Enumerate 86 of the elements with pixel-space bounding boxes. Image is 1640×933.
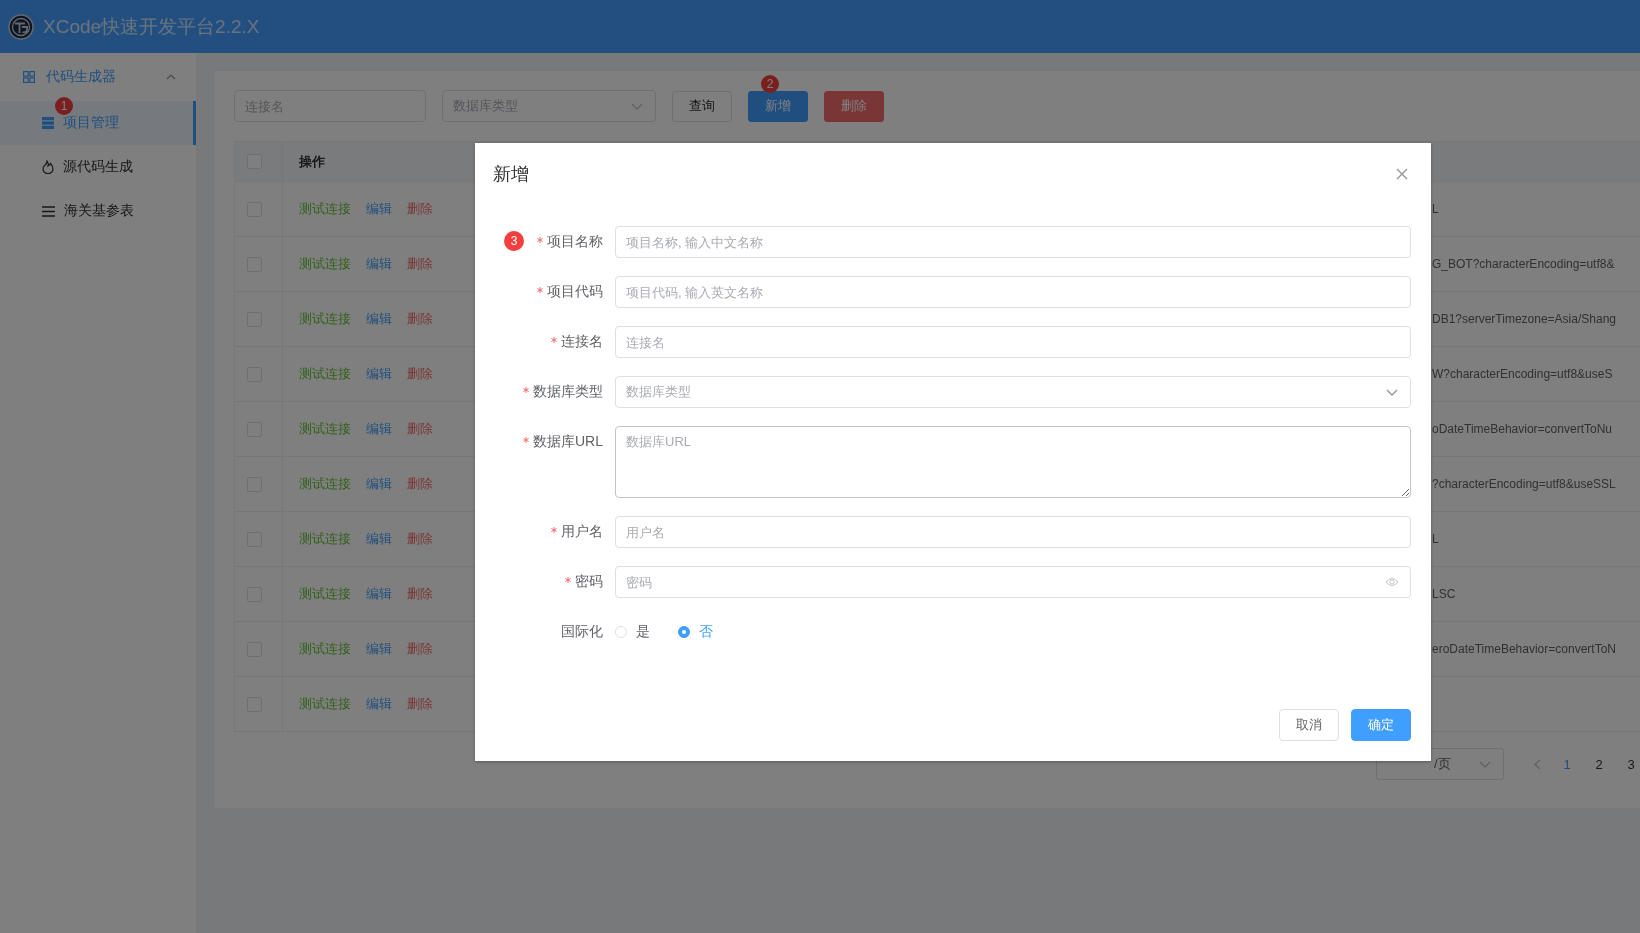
field-label: 数据库URL [533,433,603,451]
grid-icon [23,71,35,83]
url-textarea[interactable]: 数据库URL [615,426,1411,498]
password-field[interactable]: 密码 [615,566,1411,598]
confirm-button[interactable]: 确定 [1351,709,1411,741]
edit-link[interactable]: 编辑 [366,530,392,548]
delete-link[interactable]: 删除 [407,640,433,658]
annotation-badge: 1 [55,97,73,115]
test-connection-link[interactable]: 测试连接 [299,365,351,383]
select-field[interactable]: 数据库类型 [615,376,1411,408]
chevron-down-icon [1386,388,1398,396]
delete-link[interactable]: 删除 [407,585,433,603]
field-label: 项目名称 [547,233,603,251]
table-cell: LSC [1432,587,1456,601]
input-field[interactable]: 项目名称, 输入中文名称 [615,226,1411,258]
delete-link[interactable]: 删除 [407,695,433,713]
edit-link[interactable]: 编辑 [366,475,392,493]
delete-button[interactable]: 删除 [824,90,884,122]
page-number[interactable]: 3 [1625,756,1637,772]
menu-item[interactable]: 源代码生成 [0,145,196,189]
input-field[interactable]: 连接名 [615,326,1411,358]
input-field[interactable]: 用户名 [615,516,1411,548]
delete-link[interactable]: 删除 [407,530,433,548]
edit-link[interactable]: 编辑 [366,255,392,273]
test-connection-link[interactable]: 测试连接 [299,585,351,603]
edit-link[interactable]: 编辑 [366,365,392,383]
dialog-title: 新增 [493,163,529,186]
annotation-badge: 3 [504,231,524,251]
query-button[interactable]: 查询 [672,90,732,122]
app-title: XCode快速开发平台2.2.X [43,14,260,39]
test-connection-link[interactable]: 测试连接 [299,200,351,218]
test-connection-link[interactable]: 测试连接 [299,310,351,328]
table-cell: oDateTimeBehavior=convertToNu [1432,422,1612,436]
field-label: 数据库类型 [533,383,603,401]
chevron-down-icon [631,102,643,110]
add-button[interactable]: 新增 [748,90,808,122]
field-label: 密码 [575,573,603,591]
delete-link[interactable]: 删除 [407,365,433,383]
delete-link[interactable]: 删除 [407,420,433,438]
page-number[interactable]: 1 [1561,756,1573,772]
field-label: 国际化 [561,623,603,641]
test-connection-link[interactable]: 测试连接 [299,255,351,273]
field-label: 连接名 [561,333,603,351]
annotation-badge: 2 [761,74,779,93]
radio-option[interactable]: 否 [678,623,713,641]
table-icon [42,117,54,129]
delete-link[interactable]: 删除 [407,475,433,493]
table-cell: DB1?serverTimezone=Asia/Shang [1432,312,1616,326]
input-field[interactable]: 项目代码, 输入英文名称 [615,276,1411,308]
previous-page-icon[interactable] [1534,758,1541,770]
edit-link[interactable]: 编辑 [366,310,392,328]
test-connection-link[interactable]: 测试连接 [299,420,351,438]
edit-link[interactable]: 编辑 [366,695,392,713]
table-cell: eroDateTimeBehavior=convertToN [1432,642,1616,656]
flame-icon [42,160,54,174]
table-cell: L [1432,532,1439,546]
table-cell: G_BOT?characterEncoding=utf8& [1432,257,1615,271]
menu-icon [42,205,55,217]
column-header: 操作 [299,152,325,171]
table-cell: ?characterEncoding=utf8&useSSL [1432,477,1616,491]
edit-link[interactable]: 编辑 [366,640,392,658]
eye-icon[interactable] [1385,577,1399,587]
radio-option[interactable]: 是 [615,623,650,641]
test-connection-link[interactable]: 测试连接 [299,475,351,493]
edit-link[interactable]: 编辑 [366,200,392,218]
close-icon[interactable] [1396,168,1408,180]
table-cell: L [1432,202,1439,216]
page-number[interactable]: 2 [1593,756,1605,772]
radio-button[interactable] [678,626,690,638]
delete-link[interactable]: 删除 [407,200,433,218]
test-connection-link[interactable]: 测试连接 [299,640,351,658]
radio-label: 否 [699,623,713,641]
field-label: 用户名 [561,523,603,541]
logo-icon [8,13,34,40]
edit-link[interactable]: 编辑 [366,585,392,603]
delete-link[interactable]: 删除 [407,310,433,328]
test-connection-link[interactable]: 测试连接 [299,695,351,713]
field-label: 项目代码 [547,283,603,301]
test-connection-link[interactable]: 测试连接 [299,530,351,548]
delete-link[interactable]: 删除 [407,255,433,273]
cancel-button[interactable]: 取消 [1279,709,1339,741]
radio-label: 是 [636,623,650,641]
table-cell: W?characterEncoding=utf8&useS [1432,367,1613,381]
edit-link[interactable]: 编辑 [366,420,392,438]
chevron-down-icon [1479,760,1491,768]
menu-item[interactable]: 海关基参表 [0,189,196,233]
